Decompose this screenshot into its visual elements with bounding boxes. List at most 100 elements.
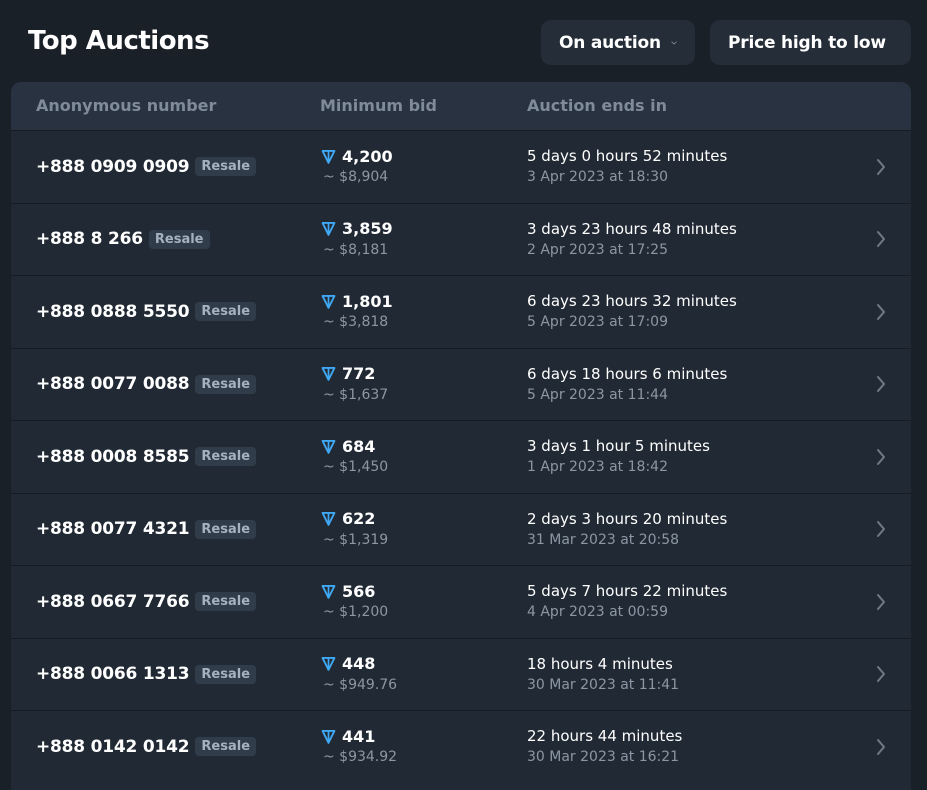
resale-badge: Resale bbox=[195, 592, 257, 612]
chevron-right-icon[interactable] bbox=[876, 738, 886, 756]
bid-usd-value: ~ $1,319 bbox=[323, 531, 389, 548]
ends-cell: 3 days 1 hour 5 minutes 1 Apr 2023 at 18… bbox=[527, 436, 710, 475]
ton-diamond-icon bbox=[321, 657, 336, 671]
bid-cell: 772 ~ $1,637 bbox=[320, 364, 388, 403]
bid-usd-value: ~ $1,200 bbox=[323, 604, 389, 620]
ton-diamond-icon bbox=[321, 584, 336, 599]
status-filter-dropdown[interactable]: On auction bbox=[541, 20, 695, 65]
chevron-right-icon[interactable] bbox=[876, 375, 886, 393]
number-cell: +888 0888 5550 Resale bbox=[36, 276, 257, 348]
chevron-right-icon[interactable] bbox=[876, 230, 886, 248]
bid-usd-value: ~ $8,904 bbox=[323, 169, 389, 185]
status-filter-label: On auction bbox=[559, 32, 661, 53]
minimum-bid-value: 3,859 bbox=[342, 219, 393, 238]
ends-cell: 18 hours 4 minutes 30 Mar 2023 at 11:41 bbox=[527, 654, 679, 693]
table-row[interactable]: +888 0909 0909 Resale 4,200 ~ $8,904 5 d… bbox=[11, 130, 911, 203]
chevron-right-icon[interactable] bbox=[876, 158, 886, 176]
chevron-right-icon[interactable] bbox=[876, 303, 886, 321]
ends-cell: 5 days 7 hours 22 minutes 4 Apr 2023 at … bbox=[527, 581, 727, 620]
bid-cell: 448 ~ $949.76 bbox=[320, 654, 397, 693]
auction-end-date: 3 Apr 2023 at 18:30 bbox=[527, 169, 668, 185]
minimum-bid-value: 4,200 bbox=[342, 146, 393, 166]
sort-filter-label: Price high to low bbox=[728, 32, 886, 53]
anonymous-number[interactable]: +888 0142 0142 bbox=[36, 737, 190, 757]
resale-badge: Resale bbox=[195, 157, 257, 177]
number-cell: +888 0667 7766 Resale bbox=[36, 566, 257, 638]
bid-cell: 441 ~ $934.92 bbox=[320, 726, 397, 765]
number-cell: +888 0142 0142 Resale bbox=[36, 711, 257, 783]
auction-ends-in: 6 days 23 hours 32 minutes bbox=[527, 292, 737, 310]
ton-diamond-icon bbox=[321, 367, 336, 381]
ends-cell: 2 days 3 hours 20 minutes 31 Mar 2023 at… bbox=[527, 509, 727, 548]
auctions-page: Top Auctions On auction Price high to lo… bbox=[0, 0, 927, 790]
bid-usd-value: ~ $934.92 bbox=[323, 749, 398, 765]
anonymous-number[interactable]: +888 0066 1313 bbox=[36, 664, 190, 684]
anonymous-number[interactable]: +888 0077 4321 bbox=[36, 519, 190, 539]
minimum-bid-value: 566 bbox=[342, 581, 376, 601]
table-row[interactable]: +888 0077 4321 Resale 622 ~ $1,319 2 day… bbox=[11, 492, 911, 566]
ends-cell: 22 hours 44 minutes 30 Mar 2023 at 16:21 bbox=[527, 726, 682, 765]
anonymous-number[interactable]: +888 0008 8585 bbox=[36, 447, 190, 467]
auction-end-date: 30 Mar 2023 at 16:21 bbox=[527, 749, 680, 765]
anonymous-number[interactable]: +888 8 266 bbox=[36, 229, 143, 249]
page-title: Top Auctions bbox=[28, 26, 210, 56]
column-header-ends-in[interactable]: Auction ends in bbox=[527, 96, 667, 115]
sort-filter-dropdown[interactable]: Price high to low bbox=[710, 20, 911, 65]
chevron-right-icon[interactable] bbox=[876, 593, 886, 611]
bid-usd-value: ~ $1,637 bbox=[323, 386, 389, 403]
table-row[interactable]: +888 0667 7766 Resale 566 ~ $1,200 5 day… bbox=[11, 565, 911, 638]
auction-end-date: 5 Apr 2023 at 17:09 bbox=[527, 314, 668, 330]
auction-ends-in: 18 hours 4 minutes bbox=[527, 654, 673, 673]
column-header-min-bid[interactable]: Minimum bid bbox=[320, 96, 437, 115]
auction-end-date: 1 Apr 2023 at 18:42 bbox=[527, 459, 668, 475]
ton-diamond-icon bbox=[321, 149, 336, 164]
resale-badge: Resale bbox=[148, 229, 210, 249]
ends-cell: 3 days 23 hours 48 minutes 2 Apr 2023 at… bbox=[527, 219, 737, 258]
chevron-right-icon[interactable] bbox=[876, 665, 886, 683]
table-row[interactable]: +888 0066 1313 Resale 448 ~ $949.76 18 h… bbox=[11, 637, 911, 711]
minimum-bid-value: 1,801 bbox=[342, 291, 393, 311]
chevron-right-icon[interactable] bbox=[876, 448, 886, 466]
ton-diamond-icon bbox=[321, 439, 336, 454]
table-row[interactable]: +888 0008 8585 Resale 684 ~ $1,450 3 day… bbox=[11, 420, 911, 493]
ton-diamond-icon bbox=[321, 222, 336, 236]
number-cell: +888 0008 8585 Resale bbox=[36, 421, 257, 493]
table-row[interactable]: +888 0077 0088 Resale 772 ~ $1,637 6 day… bbox=[11, 347, 911, 421]
resale-badge: Resale bbox=[195, 519, 257, 539]
bid-usd-value: ~ $949.76 bbox=[323, 676, 398, 693]
bid-cell: 622 ~ $1,319 bbox=[320, 509, 388, 548]
anonymous-number[interactable]: +888 0909 0909 bbox=[36, 157, 190, 177]
anonymous-number[interactable]: +888 0077 0088 bbox=[36, 374, 190, 394]
table-row[interactable]: +888 0142 0142 Resale 441 ~ $934.92 22 h… bbox=[11, 710, 911, 783]
number-cell: +888 0066 1313 Resale bbox=[36, 639, 257, 711]
auction-ends-in: 5 days 0 hours 52 minutes bbox=[527, 147, 728, 165]
auctions-table: Anonymous number Minimum bid Auction end… bbox=[11, 82, 911, 790]
resale-badge: Resale bbox=[195, 737, 257, 757]
chevron-right-icon[interactable] bbox=[876, 520, 886, 538]
table-row[interactable]: +888 8 266 Resale 3,859 ~ $8,181 3 days … bbox=[11, 202, 911, 276]
ton-diamond-icon bbox=[321, 729, 336, 744]
column-header-number[interactable]: Anonymous number bbox=[36, 96, 216, 115]
minimum-bid-value: 448 bbox=[342, 654, 376, 673]
top-bar: Top Auctions On auction Price high to lo… bbox=[0, 0, 927, 82]
minimum-bid-value: 684 bbox=[342, 436, 376, 456]
auction-ends-in: 6 days 18 hours 6 minutes bbox=[527, 364, 728, 383]
resale-badge: Resale bbox=[195, 302, 257, 322]
bid-cell: 684 ~ $1,450 bbox=[320, 436, 388, 475]
auction-end-date: 30 Mar 2023 at 11:41 bbox=[527, 676, 680, 693]
bid-usd-value: ~ $8,181 bbox=[323, 241, 389, 258]
auction-end-date: 31 Mar 2023 at 20:58 bbox=[527, 531, 680, 548]
auction-end-date: 2 Apr 2023 at 17:25 bbox=[527, 241, 668, 258]
bid-usd-value: ~ $3,818 bbox=[323, 314, 389, 330]
ton-diamond-icon bbox=[321, 512, 336, 526]
anonymous-number[interactable]: +888 0888 5550 bbox=[36, 302, 190, 322]
auction-ends-in: 5 days 7 hours 22 minutes bbox=[527, 582, 728, 600]
auction-end-date: 5 Apr 2023 at 11:44 bbox=[527, 386, 668, 403]
ends-cell: 6 days 18 hours 6 minutes 5 Apr 2023 at … bbox=[527, 364, 727, 403]
anonymous-number[interactable]: +888 0667 7766 bbox=[36, 592, 190, 612]
number-cell: +888 8 266 Resale bbox=[36, 204, 210, 276]
table-body: +888 0909 0909 Resale 4,200 ~ $8,904 5 d… bbox=[11, 130, 911, 783]
table-row[interactable]: +888 0888 5550 Resale 1,801 ~ $3,818 6 d… bbox=[11, 275, 911, 348]
bid-cell: 566 ~ $1,200 bbox=[320, 581, 388, 620]
bid-cell: 4,200 ~ $8,904 bbox=[320, 146, 393, 185]
